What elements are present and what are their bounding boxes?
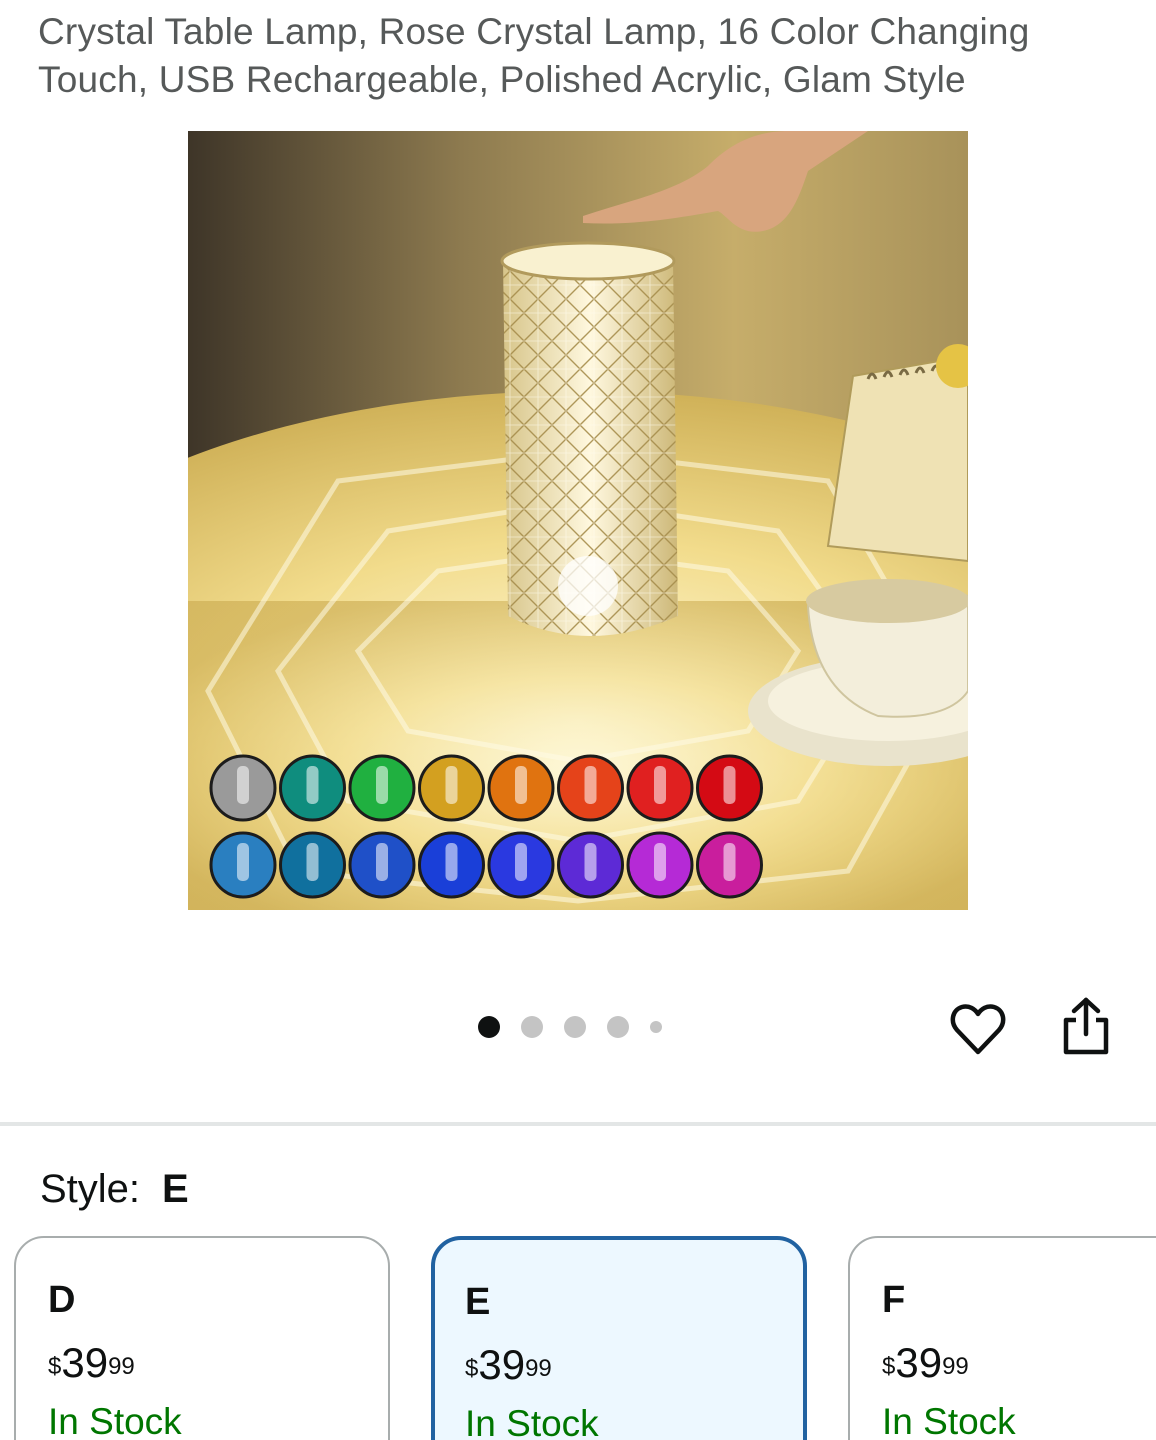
- swatch-lamp-glyph: [237, 843, 249, 881]
- swatch-lamp-glyph: [376, 766, 388, 804]
- selected-style-value: E: [162, 1167, 189, 1211]
- swatch-lamp-glyph: [445, 843, 458, 881]
- pagination-dot[interactable]: [521, 1016, 543, 1038]
- swatch-lamp-glyph: [376, 843, 388, 881]
- pagination-dot-active[interactable]: [478, 1016, 500, 1038]
- price-currency: $: [48, 1353, 62, 1380]
- option-price: $3999: [882, 1338, 969, 1398]
- option-price: $3999: [48, 1338, 135, 1398]
- pagination-dot[interactable]: [607, 1016, 629, 1038]
- swatch-lamp-glyph: [237, 766, 249, 804]
- swatch-lamp-glyph: [584, 766, 597, 804]
- price-whole: 39: [61, 1339, 109, 1386]
- swatch-lamp-glyph: [584, 843, 597, 881]
- option-price: $3999: [465, 1340, 552, 1400]
- swatch-lamp-glyph: [445, 766, 458, 804]
- style-selector-heading: Style: E: [40, 1164, 189, 1214]
- option-name: D: [48, 1279, 76, 1321]
- pagination-dot[interactable]: [650, 1021, 662, 1033]
- style-option-d[interactable]: D $3999 In Stock: [14, 1236, 390, 1440]
- style-label: Style:: [40, 1167, 141, 1211]
- section-divider: [0, 1122, 1156, 1126]
- swatch-lamp-glyph: [515, 766, 527, 804]
- share-icon[interactable]: [1058, 996, 1114, 1058]
- product-image-art: [188, 131, 968, 910]
- swatch-lamp-glyph: [515, 843, 527, 881]
- option-name: E: [465, 1281, 491, 1323]
- option-name: F: [882, 1279, 906, 1321]
- image-pagination[interactable]: [478, 1016, 683, 1038]
- stock-status: In Stock: [465, 1403, 599, 1440]
- style-option-f[interactable]: F $3999 In Stock: [848, 1236, 1156, 1440]
- product-page: Crystal Table Lamp, Rose Crystal Lamp, 1…: [0, 0, 1156, 1440]
- swatch-lamp-glyph: [306, 766, 319, 804]
- price-fraction: 99: [525, 1355, 552, 1382]
- price-whole: 39: [895, 1339, 943, 1386]
- heart-icon[interactable]: [948, 1000, 1008, 1060]
- stock-status: In Stock: [48, 1401, 182, 1440]
- swatch-lamp-glyph: [723, 766, 736, 804]
- product-title: Crystal Table Lamp, Rose Crystal Lamp, 1…: [38, 11, 1030, 100]
- price-fraction: 99: [108, 1353, 135, 1380]
- swatch-lamp-glyph: [306, 843, 319, 881]
- stock-status: In Stock: [882, 1401, 1016, 1440]
- price-fraction: 99: [942, 1353, 969, 1380]
- price-whole: 39: [478, 1341, 526, 1388]
- swatch-lamp-glyph: [723, 843, 736, 881]
- style-option-e[interactable]: E $3999 In Stock: [431, 1236, 807, 1440]
- swatch-lamp-glyph: [654, 766, 666, 804]
- pagination-dot[interactable]: [564, 1016, 586, 1038]
- price-currency: $: [465, 1355, 479, 1382]
- product-image[interactable]: [188, 131, 968, 910]
- price-currency: $: [882, 1353, 896, 1380]
- swatch-lamp-glyph: [654, 843, 666, 881]
